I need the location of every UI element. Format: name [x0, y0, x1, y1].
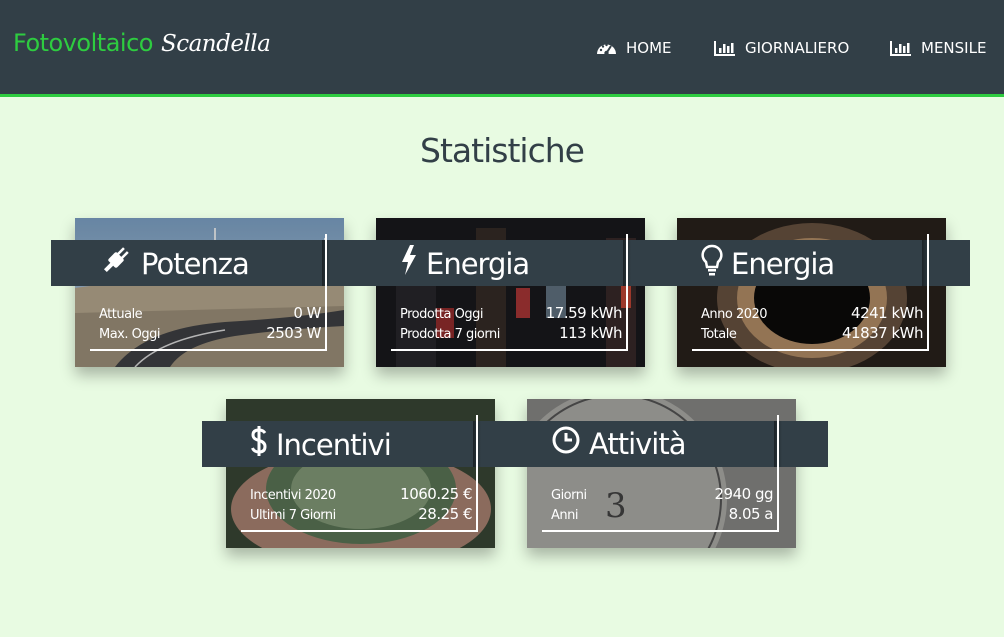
- row-value: 2503 W: [266, 324, 321, 342]
- nav-home-label: HOME: [626, 39, 672, 57]
- card-row: Incentivi 2020 1060.25 €: [250, 485, 472, 503]
- row-value: 41837 kWh: [841, 324, 924, 342]
- card-energia-giornaliera: Energia Prodotta Oggi 17.59 kWh Prodotta…: [336, 218, 677, 367]
- card-row: Attuale 0 W: [99, 304, 321, 322]
- card-row: Anno 2020 4241 kWh: [701, 304, 923, 322]
- card-row: Prodotta Oggi 17.59 kWh: [400, 304, 623, 322]
- card-row: Giorni 2940 gg: [551, 485, 773, 503]
- bar-chart-icon: [890, 40, 912, 56]
- card-row: Max. Oggi 2503 W: [99, 324, 321, 342]
- nav-home[interactable]: HOME: [596, 37, 672, 59]
- row-label: Anni: [551, 508, 578, 523]
- row-value: 2940 gg: [714, 485, 774, 503]
- row-value: 1060.25 €: [400, 485, 472, 503]
- brand-secondary: Scandella: [160, 31, 271, 57]
- row-label: Prodotta 7 giorni: [400, 327, 500, 342]
- nav-mensile-label: MENSILE: [921, 39, 987, 57]
- row-value: 8.05 a: [728, 505, 774, 523]
- top-navbar: Fotovoltaico Scandella HOME GIORNALIERO …: [0, 0, 1004, 97]
- row-value: 0 W: [293, 304, 321, 322]
- row-label: Incentivi 2020: [250, 488, 336, 503]
- card-row: Prodotta 7 giorni 113 kWh: [400, 324, 622, 342]
- row-label: Totale: [701, 327, 737, 342]
- row-label: Anno 2020: [701, 307, 768, 322]
- card-incentivi: Incentivi Incentivi 2020 1060.25 € Ultim…: [202, 399, 533, 548]
- bar-chart-icon: [714, 40, 736, 56]
- page-title: Statistiche: [420, 131, 585, 170]
- row-value: 28.25 €: [418, 505, 472, 523]
- nav-mensile[interactable]: MENSILE: [890, 37, 986, 59]
- row-label: Attuale: [99, 307, 143, 322]
- card-row: Ultimi 7 Giorni 28.25 €: [250, 505, 472, 523]
- row-value: 113 kWh: [559, 324, 622, 342]
- brand-primary: Fotovoltaico: [13, 29, 153, 57]
- brand-logo[interactable]: Fotovoltaico Scandella: [13, 29, 271, 57]
- row-label: Prodotta Oggi: [400, 307, 483, 322]
- row-value: 17.59 kWh: [545, 304, 623, 322]
- row-label: Giorni: [551, 488, 587, 503]
- row-label: Ultimi 7 Giorni: [250, 508, 336, 523]
- card-row: Totale 41837 kWh: [701, 324, 924, 342]
- nav-giornaliero[interactable]: GIORNALIERO: [714, 37, 849, 59]
- card-potenza: Potenza Attuale 0 W Max. Oggi 2503 W: [51, 218, 382, 367]
- row-value: 4241 kWh: [851, 304, 923, 322]
- card-row: Anni 8.05 a: [551, 505, 774, 523]
- card-energia-totale: Energia Anno 2020 4241 kWh Totale 41837 …: [637, 218, 970, 367]
- card-attivita: 3 Attività Giorni 2940 gg Anni 8.05 a: [487, 399, 828, 548]
- nav-giornaliero-label: GIORNALIERO: [745, 39, 850, 57]
- dashboard-gauge-icon: [596, 40, 617, 56]
- row-label: Max. Oggi: [99, 327, 161, 342]
